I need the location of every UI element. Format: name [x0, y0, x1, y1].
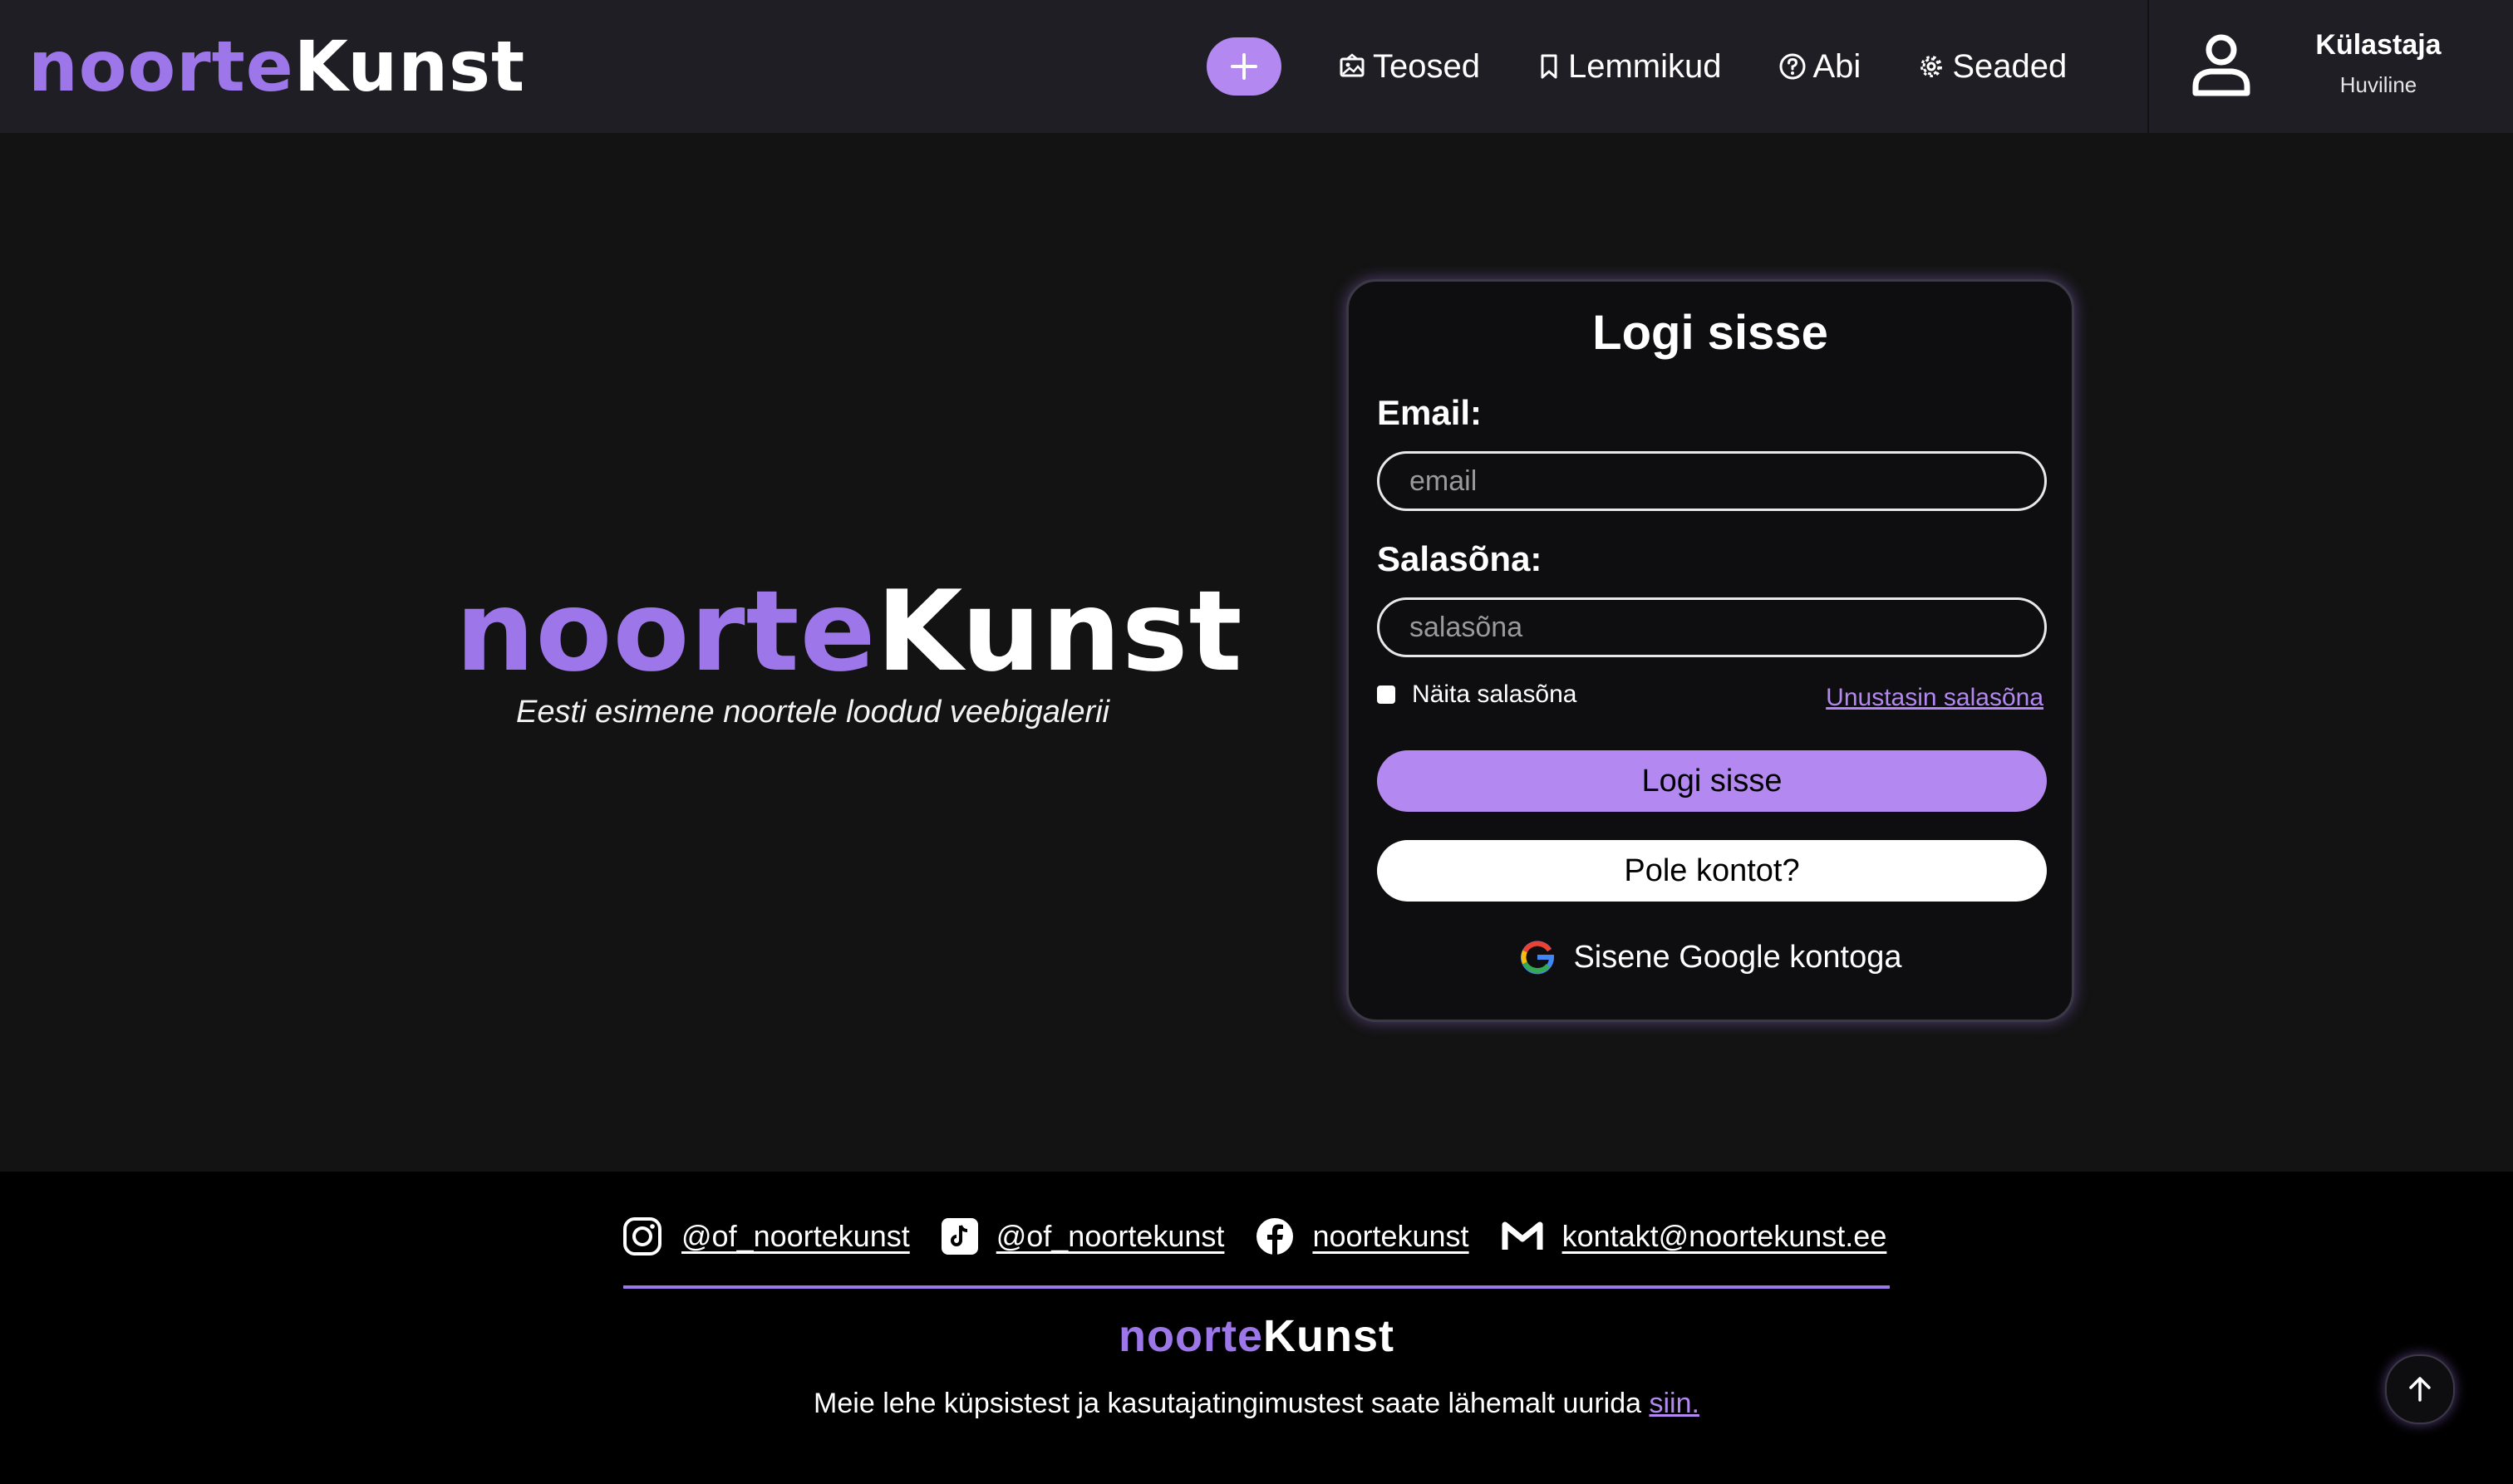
email-link[interactable]: kontakt@noortekunst.ee [1501, 1219, 1887, 1254]
nav-item-label: Seaded [1952, 47, 2068, 85]
logo-part-1: noorte [1119, 1311, 1263, 1361]
user-name: Külastaja [2315, 29, 2442, 61]
scroll-to-top-button[interactable] [2385, 1354, 2455, 1424]
header-divider [2147, 0, 2149, 133]
password-field[interactable] [1377, 597, 2047, 657]
nav-item-label: Abi [1812, 47, 1861, 85]
logo-part-2: Kunst [1263, 1311, 1394, 1361]
user-avatar-icon[interactable] [2186, 30, 2257, 101]
user-info[interactable]: Külastaja Huviline [2277, 25, 2480, 105]
nav-item-label: Lemmikud [1567, 47, 1722, 85]
hero-section: noorteKunst Eesti esimene noortele loodu… [455, 573, 1242, 730]
terms-link[interactable]: siin. [1649, 1388, 1699, 1419]
logo-part-2: Kunst [293, 26, 526, 107]
facebook-icon [1256, 1218, 1294, 1255]
gear-icon [1920, 56, 1943, 77]
show-password-label: Näita salasõna [1412, 681, 1577, 708]
tiktok-link[interactable]: @of_noortekunst [941, 1218, 1225, 1255]
show-password-toggle[interactable]: Näita salasõna [1377, 681, 1576, 709]
tiktok-handle: @of_noortekunst [996, 1219, 1225, 1253]
google-login-label: Sisene Google kontoga [1573, 939, 1902, 975]
top-header: noorteKunst Teosed Lemmikud Abi Seaded K… [0, 0, 2513, 133]
show-password-checkbox[interactable] [1377, 685, 1395, 704]
google-login-button[interactable]: Sisene Google kontoga [1349, 938, 2072, 976]
facebook-link[interactable]: noortekunst [1256, 1217, 1469, 1256]
password-label: Salasõna: [1377, 539, 1542, 578]
register-button[interactable]: Pole kontot? [1377, 840, 2047, 902]
legal-text: Meie lehe küpsistest ja kasutajatingimus… [814, 1388, 1642, 1419]
contact-email: kontakt@noortekunst.ee [1561, 1219, 1887, 1253]
logo-part-1: noorte [455, 567, 877, 696]
tiktok-icon [941, 1218, 978, 1255]
logo-part-1: noorte [28, 26, 294, 107]
footer-divider [623, 1285, 1890, 1289]
user-role: Huviline [2339, 72, 2417, 97]
hero-tagline: Eesti esimene noortele loodud veebigaler… [515, 695, 1109, 730]
instagram-icon [623, 1217, 661, 1256]
email-label: Email: [1377, 393, 1483, 432]
social-links: @of_noortekunst @of_noortekunst noorteku… [622, 1213, 1886, 1260]
hero-logo: noorteKunst [455, 573, 1242, 690]
login-card: Logi sisse Email: Salasõna: Näita salasõ… [1346, 279, 2074, 1022]
mail-icon [1502, 1221, 1543, 1250]
logo-part-2: Kunst [876, 567, 1243, 696]
nav-item-lemmikud[interactable]: Lemmikud [1537, 48, 1722, 86]
help-icon [1779, 53, 1805, 80]
instagram-link[interactable]: @of_noortekunst [622, 1216, 910, 1257]
google-icon [1521, 941, 1555, 975]
arrow-up-icon [2409, 1377, 2431, 1402]
main-nav: Teosed Lemmikud Abi Seaded [1207, 37, 2067, 96]
login-title: Logi sisse [1592, 306, 1828, 360]
nav-item-seaded[interactable]: Seaded [1917, 48, 2067, 86]
footer-logo: noorteKunst [0, 1311, 2513, 1361]
legal-notice: Meie lehe küpsistest ja kasutajatingimus… [0, 1388, 2513, 1420]
add-artwork-button[interactable] [1207, 37, 1281, 96]
site-logo[interactable]: noorteKunst [28, 28, 525, 105]
site-footer: @of_noortekunst @of_noortekunst noorteku… [0, 1172, 2513, 1484]
login-button[interactable]: Logi sisse [1377, 750, 2047, 812]
forgot-password-link[interactable]: Unustasin salasõna [1826, 684, 2043, 712]
nav-item-label: Teosed [1373, 47, 1480, 85]
email-field[interactable] [1377, 451, 2047, 511]
bookmark-icon [1541, 54, 1557, 79]
nav-item-abi[interactable]: Abi [1778, 48, 1861, 86]
facebook-handle: noortekunst [1312, 1219, 1469, 1253]
instagram-handle: @of_noortekunst [681, 1219, 910, 1253]
nav-item-teosed[interactable]: Teosed [1338, 48, 1480, 86]
gallery-icon [1340, 53, 1365, 77]
plus-icon [1231, 53, 1257, 80]
